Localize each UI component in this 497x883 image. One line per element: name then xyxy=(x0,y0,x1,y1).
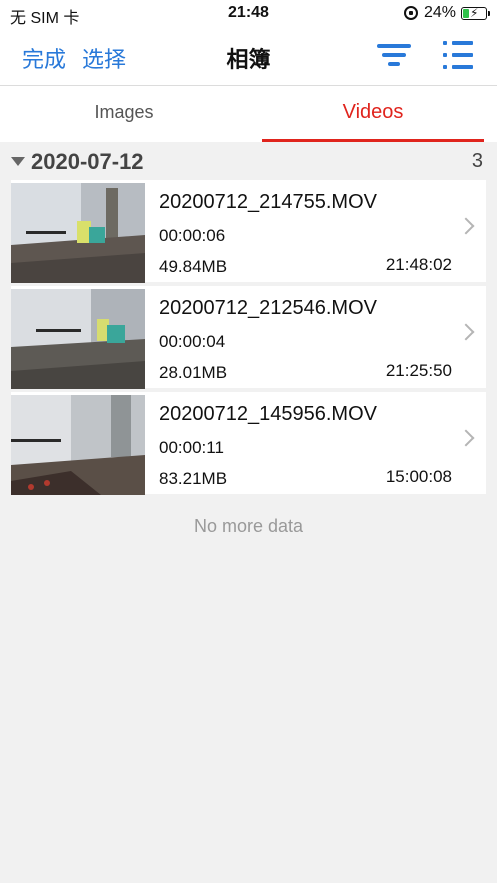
battery-icon: ⚡ xyxy=(461,5,490,20)
page-title: 相簿 xyxy=(226,47,271,72)
video-size: 49.84MB xyxy=(159,257,228,276)
filter-icon[interactable] xyxy=(377,43,411,69)
video-size: 28.01MB xyxy=(159,363,228,382)
navigation-bar: 完成 选择 相簿 xyxy=(0,28,497,84)
chevron-right-icon xyxy=(457,323,475,341)
battery-percent: 24% xyxy=(423,4,456,21)
battery-fill xyxy=(463,8,469,18)
video-filename: 20200712_212546.MOV xyxy=(159,297,377,319)
video-thumbnail xyxy=(11,395,145,495)
chevron-right-icon xyxy=(457,217,475,235)
video-list-item[interactable]: 20200712_212546.MOV 00:00:04 28.01MB 21:… xyxy=(11,286,486,389)
charging-bolt-icon: ⚡ xyxy=(470,5,479,20)
date-group-header[interactable]: 2020-07-12 3 xyxy=(0,142,497,180)
video-list-item[interactable]: 20200712_145956.MOV 00:00:11 83.21MB 15:… xyxy=(11,392,486,495)
video-duration: 00:00:11 xyxy=(159,438,224,457)
list-view-icon[interactable] xyxy=(443,40,473,70)
video-time: 21:25:50 xyxy=(385,361,452,380)
group-date: 2020-07-12 xyxy=(31,149,144,174)
video-list-item[interactable]: 20200712_214755.MOV 00:00:06 49.84MB 21:… xyxy=(11,180,486,283)
status-right: 24% ⚡ xyxy=(403,4,490,22)
video-duration: 00:00:06 xyxy=(159,226,226,245)
video-size: 83.21MB xyxy=(159,469,228,488)
video-thumbnail xyxy=(11,289,145,389)
chevron-right-icon xyxy=(457,429,475,447)
video-duration: 00:00:04 xyxy=(159,332,226,351)
status-bar: 无 SIM 卡 21:48 24% ⚡ xyxy=(0,0,497,28)
no-more-data-label: No more data xyxy=(193,516,304,536)
group-count: 3 xyxy=(471,150,483,172)
tab-videos[interactable]: Videos xyxy=(249,86,497,142)
video-time: 21:48:02 xyxy=(385,255,452,274)
video-filename: 20200712_214755.MOV xyxy=(159,191,377,213)
tab-images[interactable]: Images xyxy=(0,86,248,142)
video-filename: 20200712_145956.MOV xyxy=(159,403,377,425)
top-bar: 无 SIM 卡 21:48 24% ⚡ 完成 选择 相簿 xyxy=(0,0,497,86)
video-thumbnail xyxy=(11,183,145,283)
rotation-lock-icon xyxy=(403,6,418,20)
video-time: 15:00:08 xyxy=(385,467,452,486)
collapse-triangle-icon[interactable] xyxy=(11,157,25,166)
media-tabs: Images Videos xyxy=(0,86,497,142)
